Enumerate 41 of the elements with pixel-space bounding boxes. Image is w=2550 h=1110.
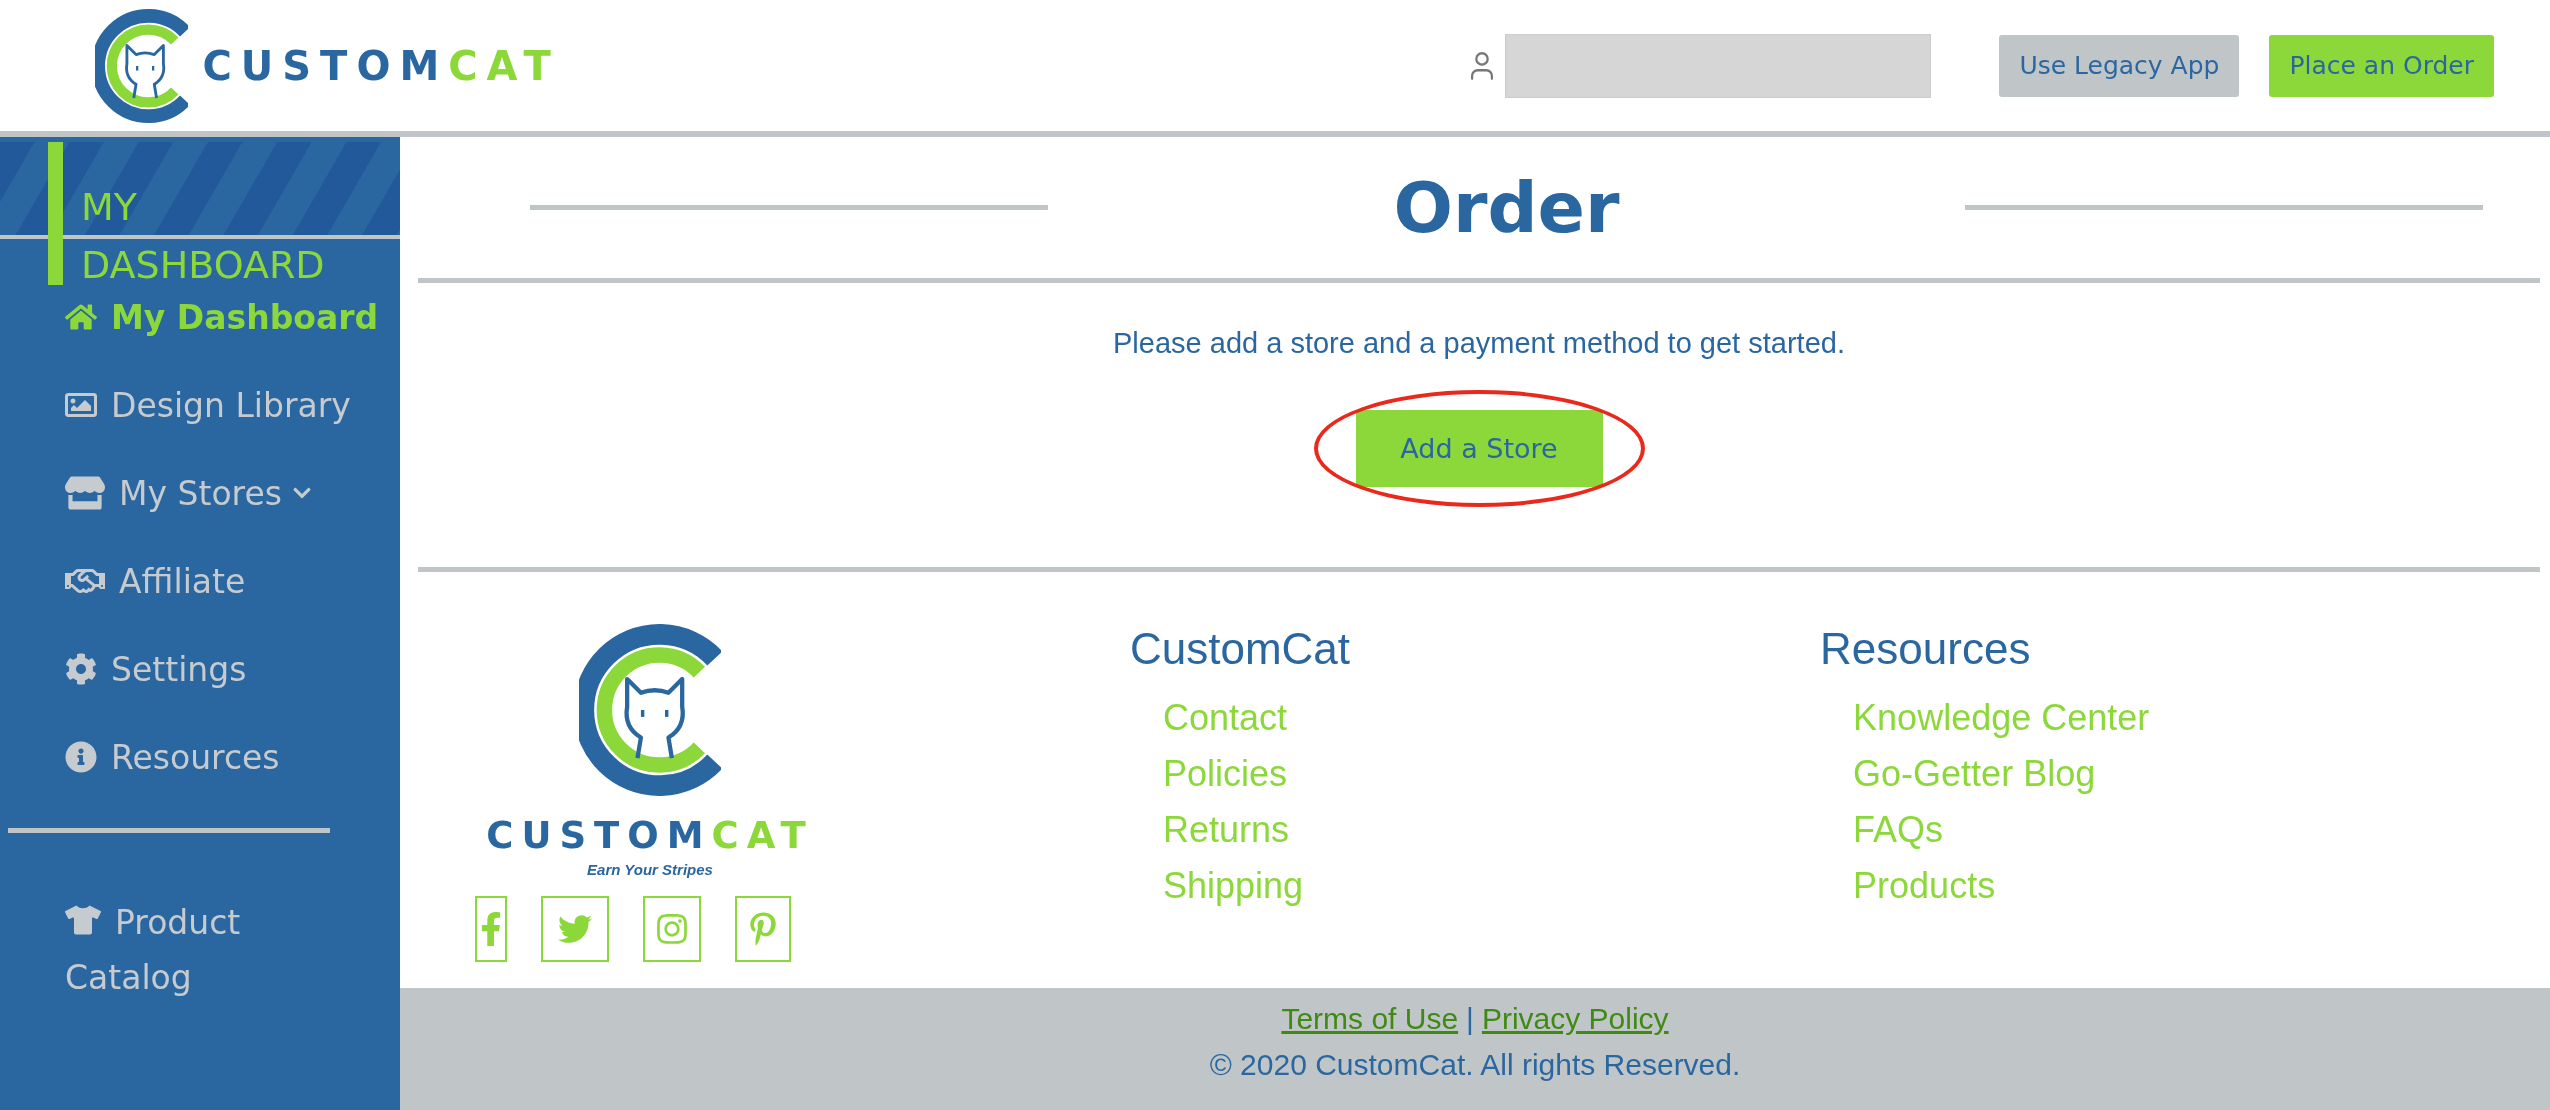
- footer-link[interactable]: Knowledge Center: [1853, 690, 2150, 746]
- sidebar-item[interactable]: My Dashboard: [65, 292, 400, 342]
- sidebar-item[interactable]: Affiliate: [65, 556, 400, 606]
- legal-link[interactable]: Privacy Policy: [1481, 1002, 1669, 1036]
- footer-heading: Resources: [1820, 624, 2032, 674]
- info-message: Please add a store and a payment method to get started.: [1113, 327, 1845, 360]
- brand-wordmark: CUSTOM CAT: [202, 42, 560, 89]
- sidebar-item[interactable]: Product Catalog: [65, 895, 315, 1005]
- sidebar-item[interactable]: Settings: [65, 644, 400, 694]
- sidebar-item[interactable]: My Stores: [65, 468, 400, 518]
- social-link[interactable]: [541, 896, 609, 962]
- settings-icon: [65, 653, 97, 685]
- add-store-button[interactable]: Add a Store: [1355, 410, 1603, 487]
- legacy-app-button[interactable]: Use Legacy App: [1999, 34, 2240, 97]
- sidebar-item[interactable]: Design Library: [65, 380, 400, 430]
- instagram-icon: [655, 912, 689, 946]
- page-title: Order: [1393, 166, 1620, 249]
- sidebar-item[interactable]: Resources: [65, 732, 400, 782]
- logo-icon: [95, 8, 189, 123]
- footer-link[interactable]: Contact: [1163, 690, 1351, 746]
- store-icon: [65, 473, 105, 513]
- footer-link[interactable]: Returns: [1163, 802, 1351, 858]
- sidebar-title: MY DASHBOARD: [81, 184, 326, 289]
- twitter-icon: [558, 912, 592, 946]
- footer-link[interactable]: Go-Getter Blog: [1853, 746, 2150, 802]
- info-icon: [65, 741, 97, 773]
- copyright: © 2020 CustomCat. All rights Reserved.: [1209, 1048, 1741, 1082]
- footer-link[interactable]: Products: [1853, 858, 2150, 914]
- brand-wordmark: CUSTOM CAT: [486, 814, 814, 857]
- social-link[interactable]: [643, 896, 701, 962]
- footer-link[interactable]: Shipping: [1163, 858, 1351, 914]
- place-order-button[interactable]: Place an Order: [2269, 34, 2494, 97]
- logo-icon: [579, 624, 721, 796]
- footer-heading: CustomCat: [1130, 624, 1351, 674]
- brand-tagline: Earn Your Stripes: [587, 861, 713, 878]
- footer-link[interactable]: Policies: [1163, 746, 1351, 802]
- legal-link[interactable]: Terms of Use: [1281, 1002, 1459, 1036]
- separator: |: [1466, 1002, 1474, 1036]
- social-link[interactable]: [735, 896, 791, 962]
- footer-link[interactable]: FAQs: [1853, 802, 2150, 858]
- social-link[interactable]: [475, 896, 507, 962]
